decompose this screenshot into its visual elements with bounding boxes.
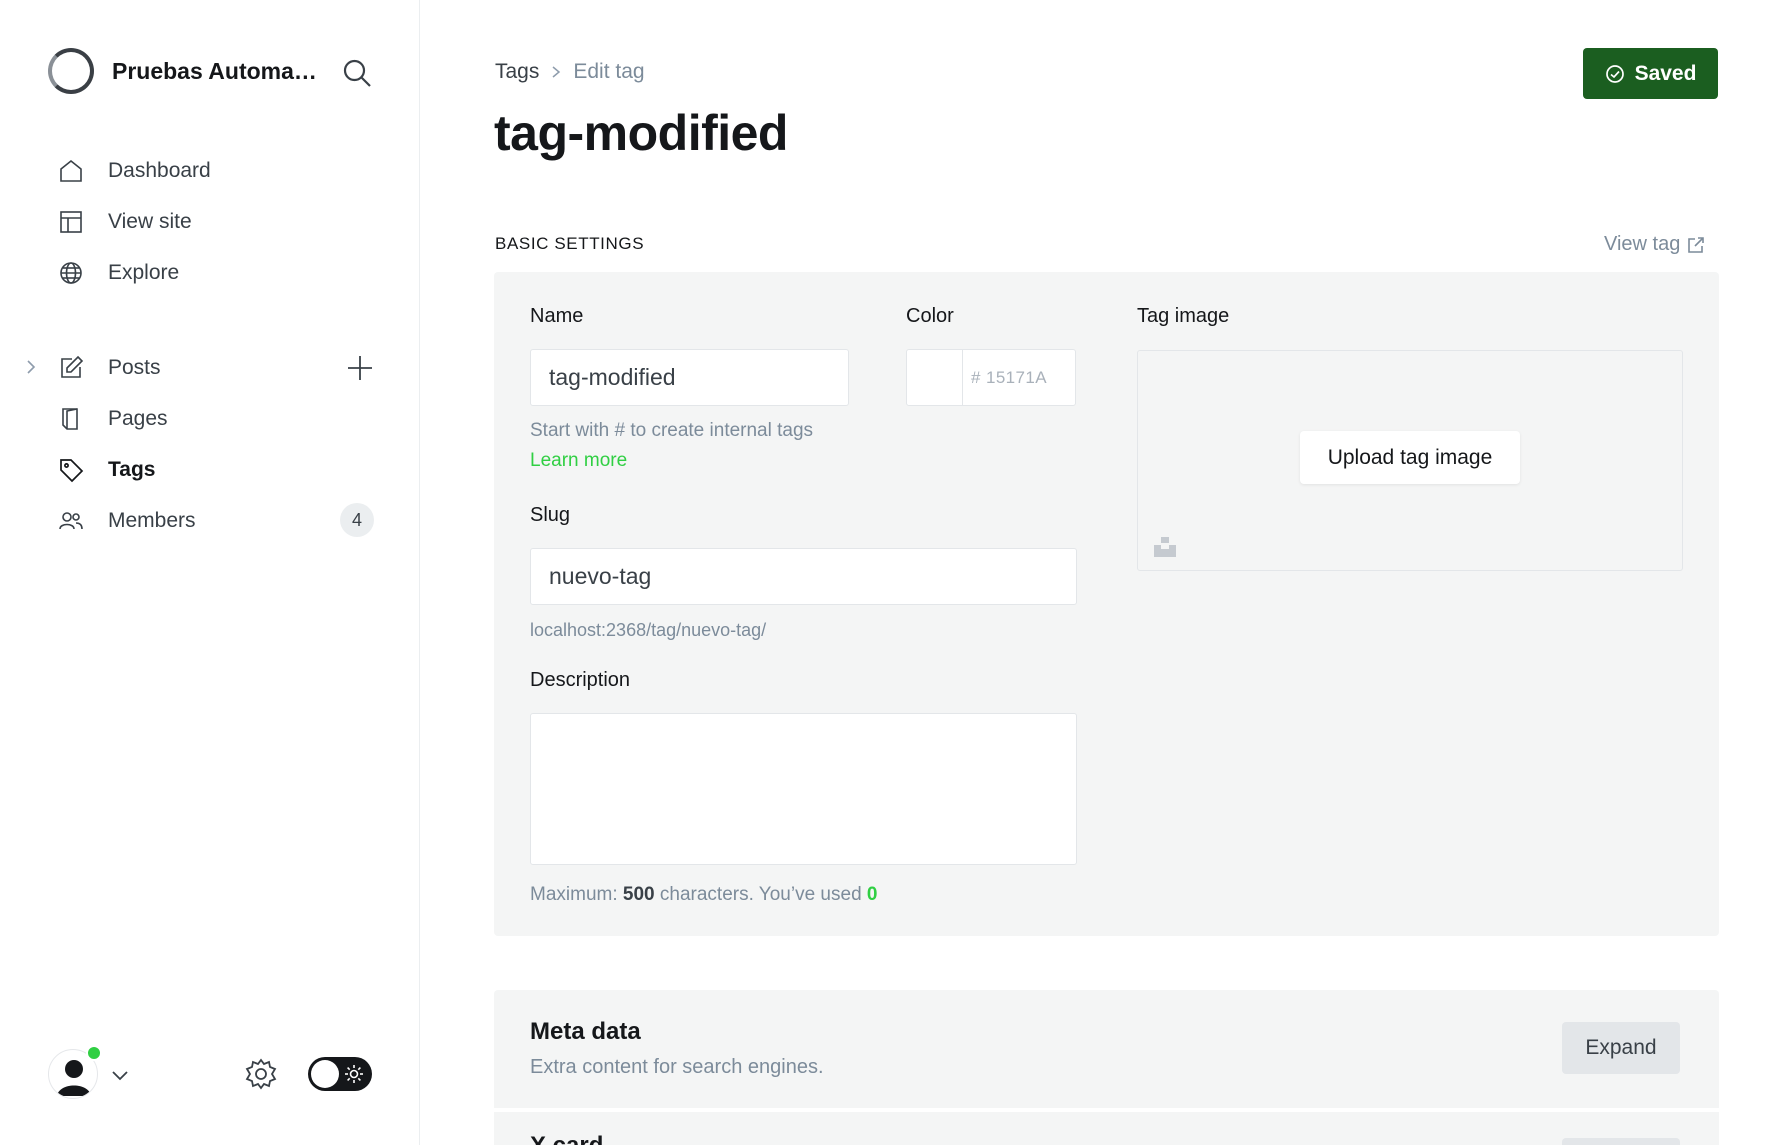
saved-button-label: Saved: [1634, 61, 1697, 85]
name-hint: Start with # to create internal tags: [530, 420, 814, 441]
sidebar-footer: [48, 1045, 378, 1101]
members-count-badge: 4: [340, 503, 374, 537]
count-prefix: Maximum:: [530, 884, 618, 905]
color-swatch[interactable]: [907, 350, 963, 405]
globe-icon: [60, 261, 82, 284]
content-nav: Posts Pages Tags Members 4: [0, 342, 420, 546]
nav-label: Explore: [108, 260, 180, 284]
gear-icon[interactable]: [244, 1057, 278, 1091]
page-icon: [62, 407, 78, 430]
breadcrumb-current: Edit tag: [573, 60, 645, 83]
view-tag-label: View tag: [1604, 233, 1681, 255]
meta-data-section: Meta data Extra content for search engin…: [494, 990, 1719, 1110]
site-logo-icon: [48, 48, 94, 94]
x-card-title: X card: [530, 1132, 603, 1145]
meta-data-subtitle: Extra content for search engines.: [530, 1056, 824, 1078]
tag-icon: [60, 458, 84, 482]
nav-item-posts[interactable]: Posts: [0, 342, 420, 393]
breadcrumb: Tags Edit tag: [495, 60, 645, 84]
chevron-right-icon: [552, 66, 561, 78]
nav-label: View site: [108, 209, 192, 233]
color-hex-input[interactable]: # 15171A: [963, 350, 1047, 405]
count-used: 0: [866, 884, 878, 905]
dark-mode-toggle[interactable]: [308, 1057, 372, 1091]
color-field[interactable]: # 15171A: [906, 349, 1076, 406]
main-content: Tags Edit tag tag-modified Saved BASIC S…: [420, 0, 1779, 1145]
nav-item-explore[interactable]: Explore: [0, 247, 420, 298]
color-label: Color: [906, 305, 954, 327]
nav-item-dashboard[interactable]: Dashboard: [0, 145, 420, 196]
slug-label: Slug: [530, 504, 571, 526]
main-nav: Dashboard View site Explore: [0, 145, 420, 298]
online-status-dot: [86, 1045, 102, 1061]
meta-expand-button[interactable]: Expand: [1562, 1022, 1680, 1074]
external-link-icon: [1688, 236, 1705, 253]
layout-icon: [60, 210, 82, 233]
x-card-expand-button[interactable]: [1562, 1138, 1680, 1145]
upload-tag-image-button[interactable]: Upload tag image: [1300, 431, 1520, 484]
nav-label: Members: [108, 508, 196, 532]
meta-data-title: Meta data: [530, 1018, 641, 1045]
description-char-count: Maximum: 500 characters. You’ve used 0: [530, 884, 878, 906]
sidebar: Pruebas Automatizadas Dashboard View sit…: [0, 0, 420, 1145]
nav-item-members[interactable]: Members 4: [0, 495, 420, 546]
nav-label: Posts: [108, 355, 161, 379]
view-tag-link[interactable]: View tag: [1604, 233, 1705, 256]
count-max: 500: [622, 884, 655, 905]
name-input[interactable]: tag-modified: [530, 349, 849, 406]
nav-item-pages[interactable]: Pages: [0, 393, 420, 444]
unsplash-icon[interactable]: [1154, 535, 1176, 557]
chevron-down-icon[interactable]: [110, 1065, 130, 1085]
chevron-right-icon[interactable]: [22, 358, 40, 376]
nav-label: Dashboard: [108, 158, 211, 182]
tag-image-label: Tag image: [1137, 305, 1230, 327]
breadcrumb-tags-link[interactable]: Tags: [495, 60, 539, 84]
site-title: Pruebas Automatizadas: [112, 57, 317, 84]
saved-button[interactable]: Saved: [1583, 48, 1718, 99]
slug-input[interactable]: nuevo-tag: [530, 548, 1077, 605]
page-title: tag-modified: [494, 105, 788, 161]
home-icon: [60, 159, 82, 182]
check-circle-icon: [1605, 64, 1624, 83]
section-label-basic: BASIC SETTINGS: [495, 234, 645, 253]
x-card-section: X card: [494, 1112, 1719, 1145]
search-icon[interactable]: [342, 58, 372, 88]
nav-item-tags[interactable]: Tags: [0, 444, 420, 495]
sun-icon: [345, 1065, 363, 1083]
members-icon: [59, 511, 83, 529]
toggle-knob: [311, 1060, 339, 1088]
nav-item-view-site[interactable]: View site: [0, 196, 420, 247]
description-textarea[interactable]: [530, 713, 1077, 865]
add-post-icon[interactable]: [344, 352, 376, 384]
count-mid: characters. You’ve used: [659, 884, 862, 905]
nav-label: Pages: [108, 406, 168, 430]
name-label: Name: [530, 305, 584, 327]
learn-more-link[interactable]: Learn more: [530, 450, 627, 472]
tag-image-dropzone[interactable]: Upload tag image: [1137, 350, 1683, 571]
slug-url-hint: localhost:2368/tag/nuevo-tag/: [530, 620, 767, 640]
description-label: Description: [530, 669, 631, 691]
edit-icon: [61, 355, 84, 378]
site-brand[interactable]: Pruebas Automatizadas: [48, 48, 317, 94]
basic-settings-card: Name tag-modified Start with # to create…: [494, 272, 1719, 936]
nav-label: Tags: [108, 457, 156, 481]
